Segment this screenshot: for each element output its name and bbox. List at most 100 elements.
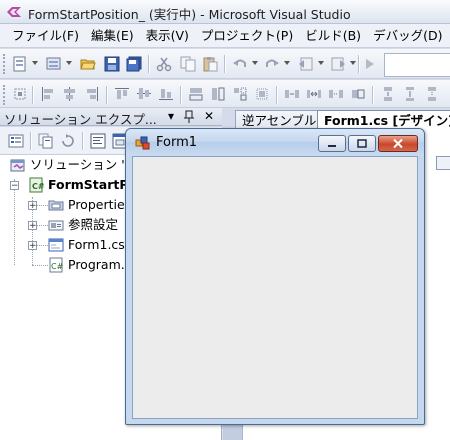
csharp-file-icon: C# — [49, 257, 64, 273]
make-same-size-icon[interactable] — [232, 86, 248, 102]
document-tab-strip: 逆アセンブル Form1.cs [デザイン] — [223, 108, 450, 131]
form1-window[interactable]: Form1 — [125, 128, 425, 425]
tree-connector — [14, 179, 15, 265]
increase-vertical-spacing-icon[interactable] — [402, 86, 418, 102]
tree-connector — [36, 225, 48, 226]
minimize-button[interactable] — [318, 135, 346, 152]
svg-text:C#: C# — [51, 262, 64, 271]
paste-icon[interactable] — [202, 56, 218, 72]
standard-toolbar — [0, 49, 450, 79]
close-icon — [393, 138, 403, 149]
form1-title-bar[interactable]: Form1 — [126, 129, 424, 156]
tree-label-properties: Properties — [68, 197, 132, 212]
save-icon[interactable] — [104, 56, 120, 72]
auto-hide-pin-icon[interactable] — [182, 109, 196, 124]
increase-horizontal-spacing-icon[interactable] — [306, 86, 322, 102]
close-button[interactable] — [378, 135, 418, 152]
tree-label-references: 参照設定 — [68, 217, 119, 232]
tree-label-project: FormStartP — [48, 177, 129, 192]
tree-label-solution: ソリューション ' — [30, 157, 125, 172]
solution-explorer-header: ソリューション エクスプ... ▾ ✕ — [0, 108, 222, 127]
menu-bar: ファイル(F) 編集(E) 表示(V) プロジェクト(P) ビルド(B) デバッ… — [0, 24, 450, 48]
add-item-icon[interactable] — [46, 56, 62, 72]
toolbar-grip[interactable] — [3, 85, 8, 105]
toolbar-separator — [276, 86, 278, 104]
toolbar-separator — [32, 86, 34, 104]
toolbar-separator — [30, 132, 32, 150]
align-rights-icon[interactable] — [84, 86, 100, 102]
add-item-dropdown-icon[interactable] — [66, 61, 72, 65]
new-project-icon[interactable] — [12, 56, 28, 72]
references-icon — [48, 220, 64, 231]
show-all-files-icon[interactable] — [38, 133, 54, 149]
expand-form1-icon[interactable]: + — [28, 241, 37, 251]
toolbar-separator — [82, 132, 84, 150]
align-centers-icon[interactable] — [62, 86, 78, 102]
tree-connector — [36, 245, 48, 246]
new-project-dropdown-icon[interactable] — [32, 61, 38, 65]
menu-edit[interactable]: 編集(E) — [85, 25, 140, 47]
tree-connector — [36, 205, 48, 206]
designer-form-edge — [436, 156, 450, 170]
menu-debug[interactable]: デバッグ(D) — [367, 25, 448, 47]
align-bottoms-icon[interactable] — [158, 86, 174, 102]
window-position-dropdown-icon[interactable]: ▾ — [164, 109, 178, 124]
maximize-icon — [357, 139, 367, 148]
horizontal-spacing-icon[interactable] — [284, 86, 300, 102]
make-same-height-icon[interactable] — [210, 86, 226, 102]
toolbar-separator — [106, 86, 108, 104]
menu-file[interactable]: ファイル(F) — [0, 25, 85, 47]
menu-build[interactable]: ビルド(B) — [299, 25, 367, 47]
decrease-horizontal-spacing-icon[interactable] — [328, 86, 344, 102]
toolbar-separator — [180, 86, 182, 104]
refresh-icon[interactable] — [60, 133, 76, 149]
maximize-button[interactable] — [348, 135, 376, 152]
toolbar-separator — [148, 55, 150, 73]
remove-horizontal-spacing-icon[interactable] — [350, 86, 366, 102]
decrease-vertical-spacing-icon[interactable] — [424, 86, 440, 102]
start-debugging-icon[interactable] — [362, 56, 378, 72]
form1-title: Form1 — [156, 135, 198, 150]
navigate-backward-icon[interactable] — [298, 56, 314, 72]
undo-icon[interactable] — [232, 56, 248, 72]
expand-references-icon[interactable]: + — [28, 221, 37, 231]
toolbar-separator — [358, 55, 360, 73]
form-app-icon — [135, 136, 150, 150]
redo-dropdown-icon[interactable] — [284, 61, 290, 65]
tree-label-form1: Form1.cs — [68, 237, 125, 252]
toolbar-grip[interactable] — [3, 54, 8, 74]
undo-dropdown-icon[interactable] — [252, 61, 258, 65]
navigate-forward-dropdown-icon[interactable] — [350, 61, 356, 65]
view-code-icon[interactable] — [90, 133, 106, 149]
toolbar-separator — [372, 86, 374, 104]
open-file-icon[interactable] — [80, 56, 96, 72]
cut-icon[interactable] — [156, 56, 172, 72]
menu-view[interactable]: 表示(V) — [140, 25, 195, 47]
redo-icon[interactable] — [264, 56, 280, 72]
close-panel-icon[interactable]: ✕ — [202, 109, 216, 124]
solution-icon — [10, 159, 25, 172]
tree-label-program: Program. — [68, 257, 125, 272]
properties-folder-icon — [48, 200, 64, 211]
properties-icon[interactable] — [8, 133, 24, 149]
navigate-forward-icon[interactable] — [330, 56, 346, 72]
solution-config-combo[interactable] — [384, 53, 450, 77]
save-all-icon[interactable] — [126, 56, 142, 72]
copy-icon[interactable] — [180, 56, 196, 72]
collapse-project-icon[interactable]: − — [10, 181, 19, 191]
solution-explorer-title: ソリューション エクスプ... — [4, 112, 157, 127]
make-same-width-icon[interactable] — [188, 86, 204, 102]
navigate-backward-dropdown-icon[interactable] — [318, 61, 324, 65]
align-to-grid-icon[interactable] — [12, 86, 28, 102]
align-middles-icon[interactable] — [136, 86, 152, 102]
vertical-spacing-icon[interactable] — [380, 86, 396, 102]
form1-client-area[interactable] — [132, 156, 418, 419]
menu-project[interactable]: プロジェクト(P) — [195, 25, 299, 47]
expand-properties-icon[interactable]: + — [28, 201, 37, 211]
layout-toolbar — [0, 80, 450, 108]
align-lefts-icon[interactable] — [40, 86, 56, 102]
size-to-grid-icon[interactable] — [254, 86, 270, 102]
align-tops-icon[interactable] — [114, 86, 130, 102]
window-title: FormStartPosition_ (実行中) - Microsoft Vis… — [28, 7, 351, 22]
vs-title-bar: FormStartPosition_ (実行中) - Microsoft Vis… — [0, 0, 450, 24]
